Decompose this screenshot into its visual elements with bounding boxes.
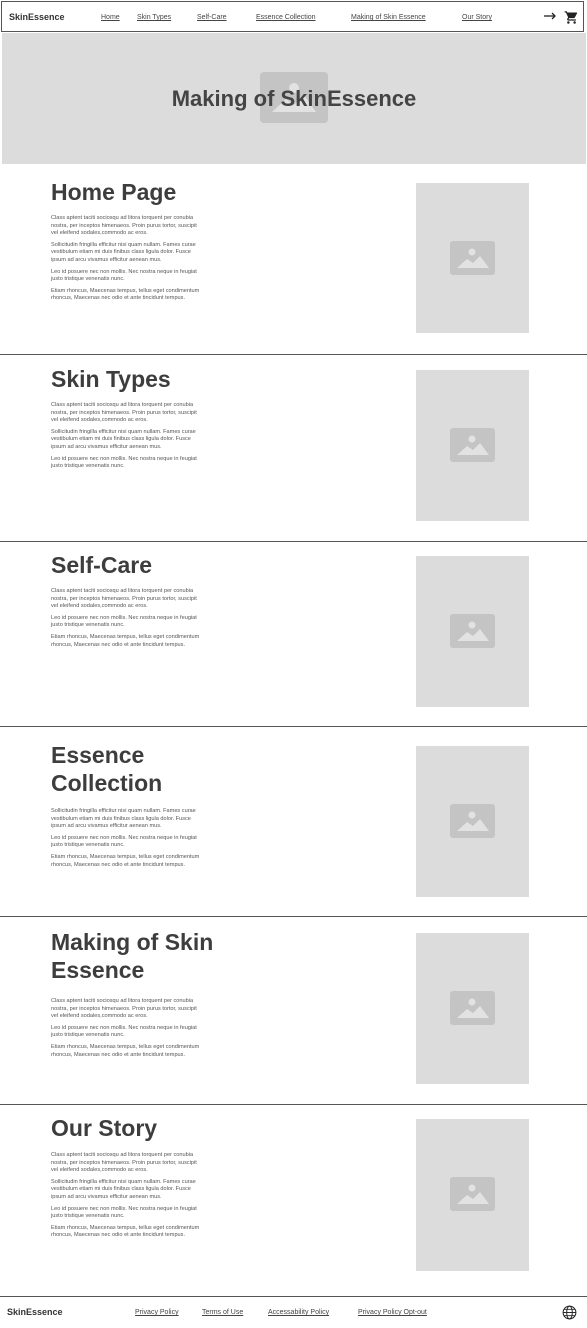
section-our-story: Our Story Class aptent taciti sociosqu a… <box>0 1104 587 1296</box>
globe-icon[interactable] <box>562 1305 577 1320</box>
arrow-right-icon[interactable] <box>543 9 557 23</box>
site-header: SkinEssence Home Skin Types Self-Care Es… <box>1 1 584 32</box>
section-title: Self-Care <box>51 552 152 578</box>
section-image <box>416 556 529 707</box>
section-home-page: Home Page Class aptent taciti sociosqu a… <box>0 164 587 354</box>
paragraph: Etiam rhoncus, Maecenas tempus, tellus e… <box>51 633 200 648</box>
section-image <box>416 370 529 521</box>
paragraph: Class aptent taciti sociosqu ad litora t… <box>51 588 197 610</box>
footer-link-terms-of-use[interactable]: Terms of Use <box>202 1309 243 1316</box>
page: SkinEssence Home Skin Types Self-Care Es… <box>0 0 587 1327</box>
footer-link-accessability-policy[interactable]: Accessability Policy <box>268 1309 329 1316</box>
section-title: Essence Collection <box>51 742 163 796</box>
image-placeholder-icon <box>450 804 495 838</box>
paragraph: Leo id posuere nec non mollis. Nec nostr… <box>51 1024 197 1039</box>
nav-link-home[interactable]: Home <box>101 14 120 21</box>
nav-link-self-care[interactable]: Self-Care <box>197 14 227 21</box>
hero-title: Making of SkinEssence <box>171 86 417 111</box>
paragraph: Sollicitudin fringilla efficitur nisi qu… <box>51 241 196 263</box>
section-skin-types: Skin Types Class aptent taciti sociosqu … <box>0 354 587 541</box>
section-text: Class aptent taciti sociosqu ad litora t… <box>51 402 201 475</box>
section-title: Skin Types <box>51 366 171 392</box>
section-text: Class aptent taciti sociosqu ad litora t… <box>51 998 201 1063</box>
paragraph: Etiam rhoncus, Maecenas tempus, tellus e… <box>51 287 200 302</box>
section-text: Sollicitudin fringilla efficitur nisi qu… <box>51 808 201 873</box>
nav-link-making-of-skin-essence[interactable]: Making of Skin Essence <box>351 14 426 21</box>
section-image <box>416 1119 529 1271</box>
image-placeholder-icon <box>450 1177 495 1211</box>
section-text: Class aptent taciti sociosqu ad litora t… <box>51 1152 201 1244</box>
paragraph: Class aptent taciti sociosqu ad litora t… <box>51 215 197 237</box>
paragraph: Leo id posuere nec non mollis. Nec nostr… <box>51 268 197 283</box>
section-image <box>416 933 529 1084</box>
section-title: Our Story <box>51 1115 158 1141</box>
paragraph: Leo id posuere nec non mollis. Nec nostr… <box>51 614 197 629</box>
paragraph: Class aptent taciti sociosqu ad litora t… <box>51 402 197 424</box>
image-placeholder-icon <box>450 991 495 1025</box>
paragraph: Class aptent taciti sociosqu ad litora t… <box>51 998 197 1020</box>
footer-link-privacy-policy-opt-out[interactable]: Privacy Policy Opt-out <box>358 1309 427 1316</box>
section-making-of-skin-essence: Making of Skin Essence Class aptent taci… <box>0 916 587 1104</box>
paragraph: Etiam rhoncus, Maecenas tempus, tellus e… <box>51 1224 200 1239</box>
hero-banner: Making of SkinEssence <box>2 33 586 164</box>
paragraph: Etiam rhoncus, Maecenas tempus, tellus e… <box>51 1043 200 1058</box>
nav-link-skin-types[interactable]: Skin Types <box>137 14 171 21</box>
section-image <box>416 183 529 333</box>
paragraph: Sollicitudin fringilla efficitur nisi qu… <box>51 808 196 830</box>
section-title: Making of Skin Essence <box>51 929 214 983</box>
section-self-care: Self-Care Class aptent taciti sociosqu a… <box>0 541 587 726</box>
section-image <box>416 746 529 897</box>
paragraph: Sollicitudin fringilla efficitur nisi qu… <box>51 428 196 450</box>
image-placeholder-icon <box>450 428 495 462</box>
paragraph: Class aptent taciti sociosqu ad litora t… <box>51 1152 197 1174</box>
paragraph: Leo id posuere nec non mollis. Nec nostr… <box>51 1205 197 1220</box>
paragraph: Leo id posuere nec non mollis. Nec nostr… <box>51 834 197 849</box>
nav-link-essence-collection[interactable]: Essence Collection <box>256 14 316 21</box>
cart-icon[interactable] <box>564 10 579 25</box>
footer-link-privacy-policy[interactable]: Privacy Policy <box>135 1309 179 1316</box>
paragraph: Sollicitudin fringilla efficitur nisi qu… <box>51 1178 196 1200</box>
section-title: Home Page <box>51 179 177 205</box>
nav-link-our-story[interactable]: Our Story <box>462 14 492 21</box>
image-placeholder-icon <box>450 614 495 648</box>
section-text: Class aptent taciti sociosqu ad litora t… <box>51 215 201 307</box>
image-placeholder-icon <box>450 241 495 275</box>
footer-brand[interactable]: SkinEssence <box>7 1307 63 1317</box>
brand-logo[interactable]: SkinEssence <box>9 12 65 22</box>
paragraph: Etiam rhoncus, Maecenas tempus, tellus e… <box>51 853 200 868</box>
section-essence-collection: Essence Collection Sollicitudin fringill… <box>0 726 587 916</box>
site-footer: SkinEssence Privacy Policy Terms of Use … <box>0 1296 587 1328</box>
section-text: Class aptent taciti sociosqu ad litora t… <box>51 588 201 653</box>
paragraph: Leo id posuere nec non mollis. Nec nostr… <box>51 455 197 470</box>
